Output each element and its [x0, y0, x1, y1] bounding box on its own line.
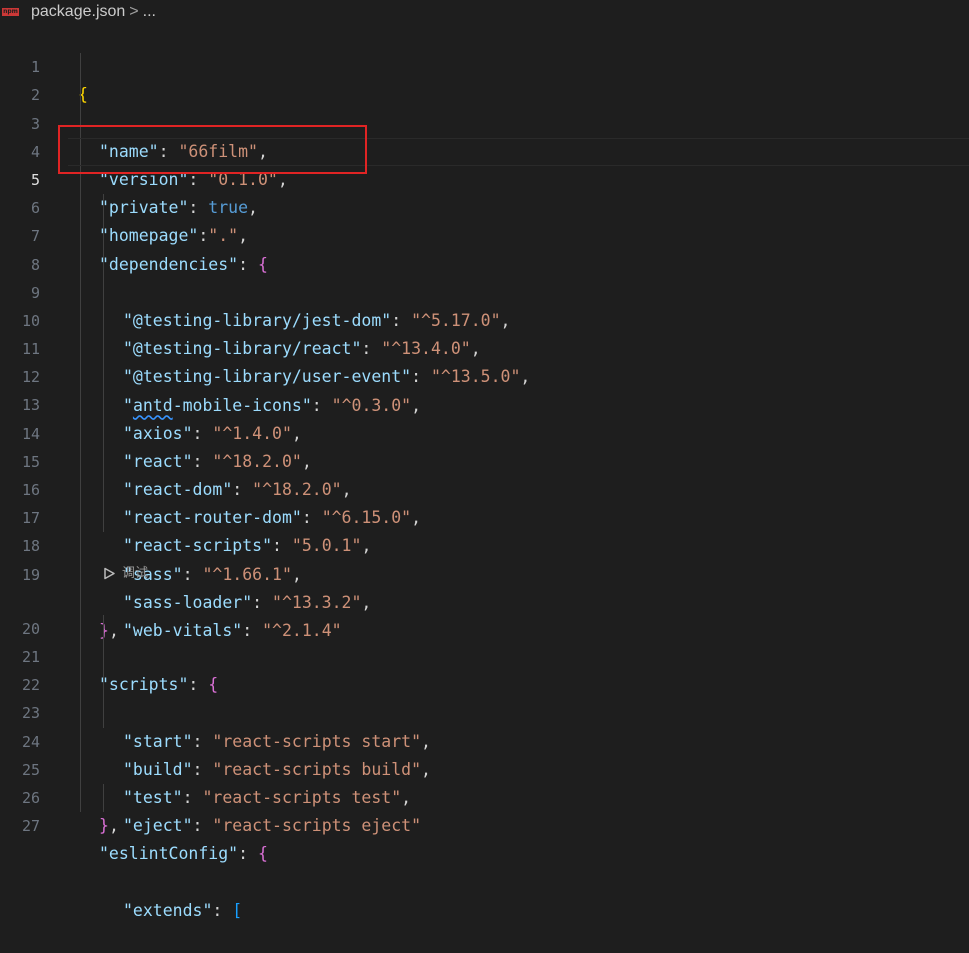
open-bracket: [	[232, 900, 243, 920]
indent-guide	[80, 642, 81, 672]
indent-guide	[80, 671, 81, 700]
code-editor[interactable]: 1 { 2 "name": "66film", 3 "version": "0.…	[0, 25, 969, 920]
code-line[interactable]: 8 "@testing-library/react": "^13.4.0",	[0, 222, 969, 358]
codelens-debug[interactable]: 调试	[0, 560, 969, 587]
code-line[interactable]: 11 "axios": "^1.4.0",	[0, 306, 969, 443]
play-outline-icon	[104, 567, 115, 580]
code-line[interactable]: 26 "eslintConfig": {	[0, 755, 969, 863]
json-value: "react-scripts eject"	[212, 816, 422, 836]
indent-guide	[80, 532, 81, 561]
indent-guide	[103, 222, 104, 251]
code-line[interactable]: 3 "version": "0.1.0",	[0, 81, 969, 189]
indent-guide	[80, 727, 81, 756]
indent-guide	[103, 391, 104, 420]
indent-guide	[103, 419, 104, 448]
indent-guide	[103, 504, 104, 533]
indent-guide	[103, 671, 104, 700]
code-line[interactable]: 9 "@testing-library/user-event": "^13.5.…	[0, 250, 969, 386]
indent-guide	[103, 476, 104, 505]
indent-guide	[80, 783, 81, 813]
code-line[interactable]: 7 "@testing-library/jest-dom": "^5.17.0"…	[0, 194, 969, 330]
code-line[interactable]: 13 "react-dom": "^18.2.0",	[0, 363, 969, 499]
indent-guide	[80, 81, 81, 110]
breadcrumb-separator: >	[129, 3, 139, 20]
code-line[interactable]: 1 {	[0, 25, 969, 104]
json-key: "extends"	[123, 900, 213, 920]
indent-guide	[80, 699, 81, 728]
code-line[interactable]: 16 "sass": "^1.66.1",	[0, 447, 969, 584]
indent-guide	[80, 447, 81, 476]
code-line[interactable]: 18 "web-vitals": "^2.1.4"	[0, 504, 969, 640]
code-line[interactable]: 24 "eject": "react-scripts eject"	[0, 699, 969, 835]
json-key: "eject"	[123, 816, 193, 836]
indent-guide	[80, 165, 81, 195]
indent-guide	[103, 306, 104, 336]
breadcrumb-file[interactable]: package.json	[31, 3, 125, 21]
indent-guide	[80, 53, 81, 82]
open-brace: {	[257, 844, 268, 864]
indent-guide	[80, 194, 81, 223]
code-line[interactable]: 14 "react-router-dom": "^6.15.0",	[0, 391, 969, 527]
code-line[interactable]: 15 "react-scripts": "5.0.1",	[0, 419, 969, 555]
code-line[interactable]: 19 },	[0, 532, 969, 640]
line-number: 27	[21, 817, 40, 836]
indent-guide	[103, 278, 104, 307]
code-line[interactable]: 12 "react": "^18.2.0",	[0, 335, 969, 471]
code-line[interactable]: 22 "build": "react-scripts build",	[0, 642, 969, 779]
indent-guide	[103, 363, 104, 392]
debug-label: 调试	[122, 565, 149, 581]
indent-guide	[80, 755, 81, 784]
indent-guide	[80, 306, 81, 336]
json-key: "eslintConfig"	[99, 844, 239, 864]
indent-guide	[103, 335, 104, 364]
indent-guide	[103, 194, 104, 223]
indent-guide	[80, 278, 81, 307]
indent-guide	[80, 250, 81, 279]
code-line-current[interactable]: 5 "homepage":".",	[0, 137, 969, 245]
indent-guide	[80, 419, 81, 448]
indent-guide	[80, 391, 81, 420]
indent-guide	[80, 335, 81, 364]
close-brace: }	[99, 816, 109, 836]
code-line[interactable]: 27 "extends": [	[0, 783, 969, 920]
indent-guide	[103, 250, 104, 279]
code-line[interactable]: 2 "name": "66film",	[0, 53, 969, 161]
code-line[interactable]: 25 },	[0, 727, 969, 835]
code-line[interactable]: 4 "private": true,	[0, 109, 969, 217]
code-line[interactable]: 20 "scripts": {	[0, 586, 969, 694]
breadcrumb: npm package.json > ...	[0, 0, 969, 24]
indent-guide	[103, 699, 104, 728]
npm-icon: npm	[2, 8, 19, 16]
indent-guide	[80, 222, 81, 251]
indent-guide	[80, 504, 81, 533]
indent-guide	[80, 109, 81, 138]
indent-guide	[103, 642, 104, 672]
indent-guide	[80, 363, 81, 392]
indent-guide	[80, 137, 81, 166]
indent-guide	[80, 560, 81, 587]
indent-guide	[80, 476, 81, 505]
code-line[interactable]: 17 "sass-loader": "^13.3.2",	[0, 476, 969, 612]
code-line[interactable]: 10 "antd-mobile-icons": "^0.3.0",	[0, 278, 969, 415]
debug-link[interactable]: 调试	[103, 561, 148, 587]
indent-guide	[103, 614, 104, 643]
breadcrumb-ellipsis[interactable]: ...	[143, 3, 156, 21]
indent-guide	[80, 614, 81, 643]
code-line[interactable]: 23 "test": "react-scripts test",	[0, 671, 969, 807]
code-line[interactable]: 21 "start": "react-scripts start",	[0, 614, 969, 751]
indent-guide	[103, 783, 104, 813]
indent-guide	[103, 447, 104, 476]
indent-guide	[80, 586, 81, 615]
code-line[interactable]: 6 "dependencies": {	[0, 165, 969, 274]
